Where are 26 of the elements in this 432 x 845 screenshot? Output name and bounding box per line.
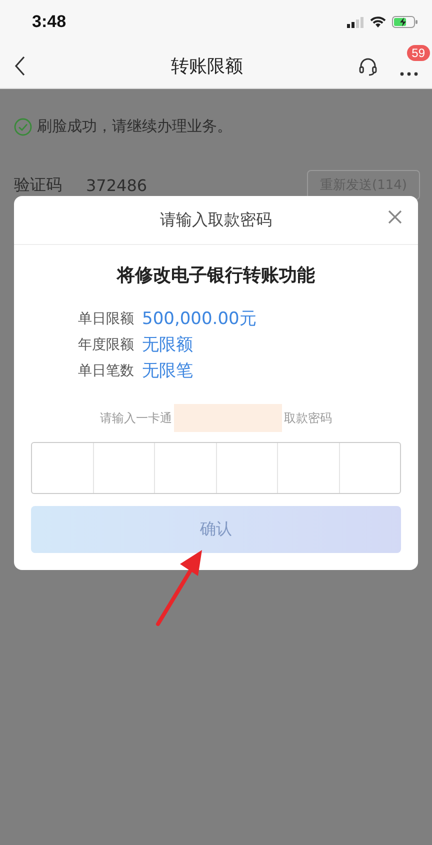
limit-label: 单日笔数 [78, 362, 134, 380]
success-message: 刷脸成功，请继续办理业务。 [37, 117, 232, 136]
code-value: 372486 [86, 176, 148, 194]
headset-icon [358, 56, 378, 76]
limit-value: 无限笔 [142, 360, 193, 382]
hint-text: 请输入一卡通 [100, 410, 172, 426]
back-icon [14, 56, 26, 76]
dialog-title: 请输入取款密码 [160, 210, 272, 230]
password-field[interactable] [31, 442, 401, 494]
signal-icon [347, 16, 364, 28]
hint-text: 取款密码 [284, 410, 332, 426]
page-title: 转账限额 [170, 55, 244, 78]
code-label: 验证码 [14, 174, 63, 196]
limit-label: 单日限额 [78, 310, 134, 328]
notification-badge: 59 [406, 45, 430, 61]
limit-value: 无限额 [142, 334, 193, 356]
dialog-heading: 将修改电子银行转账功能 [117, 264, 315, 287]
check-circle-icon [14, 118, 32, 136]
limit-value: 500,000.00元 [142, 308, 256, 330]
close-icon [388, 210, 402, 224]
wifi-icon [370, 16, 386, 28]
limit-label: 年度限额 [78, 336, 134, 354]
battery-icon [392, 16, 418, 28]
close-button[interactable] [388, 210, 402, 224]
more-icon [400, 72, 418, 76]
status-time: 3:48 [32, 12, 66, 32]
